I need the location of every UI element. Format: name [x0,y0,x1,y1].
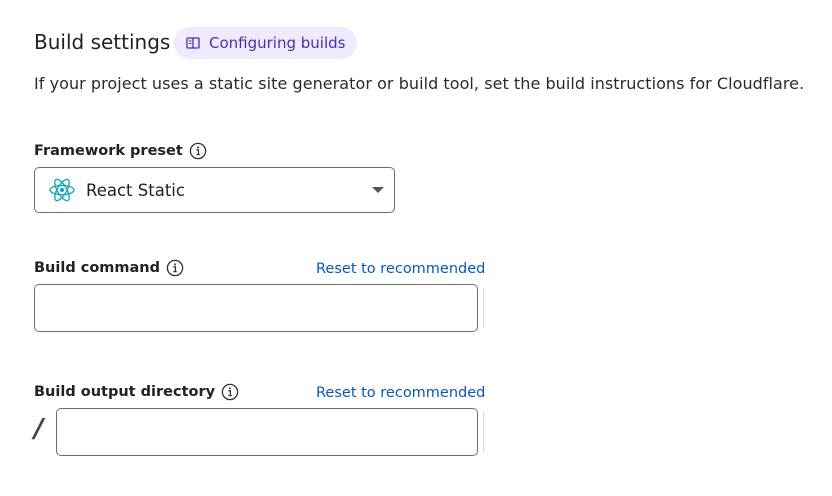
framework-preset-value: React Static [86,180,185,200]
build-command-input[interactable] [34,284,478,332]
info-icon[interactable] [221,383,239,401]
build-command-label-row: Build command [34,258,184,278]
build-output-directory-label-row: Build output directory [34,382,239,402]
section-title: Build settings [34,30,171,54]
section-description: If your project uses a static site gener… [34,74,805,93]
framework-preset-label: Framework preset [34,143,183,159]
framework-preset-select[interactable]: React Static [34,167,395,213]
build-output-directory-label: Build output directory [34,384,216,400]
configuring-builds-link[interactable]: Configuring builds [174,27,358,59]
framework-preset-label-row: Framework preset [34,141,207,161]
build-output-directory-input[interactable] [56,408,478,456]
input-divider [483,288,484,328]
info-icon[interactable] [166,259,184,277]
book-icon [186,37,200,49]
configuring-builds-label: Configuring builds [209,34,346,52]
react-icon [49,178,75,202]
caret-down-icon [372,187,384,193]
build-command-label: Build command [34,260,161,276]
build-output-directory-reset-link[interactable]: Reset to recommended [316,383,485,403]
info-icon[interactable] [189,142,207,160]
build-command-reset-link[interactable]: Reset to recommended [316,259,485,279]
path-prefix: / [34,414,44,444]
input-divider [483,412,484,452]
